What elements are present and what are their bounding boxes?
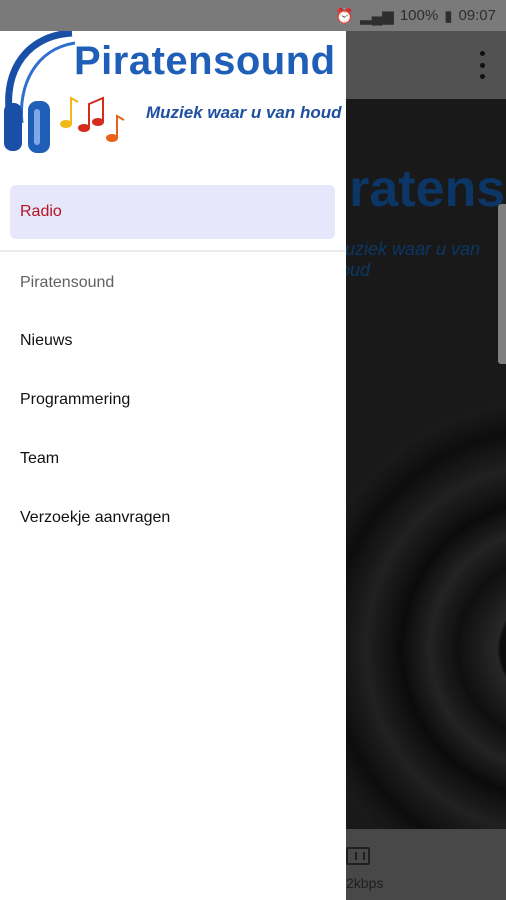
menu-item-label: Verzoekje aanvragen: [20, 509, 171, 526]
alarm-icon: ⏰: [335, 7, 355, 25]
music-notes-icon: [60, 96, 125, 142]
menu-item-verzoekje-aanvragen[interactable]: Verzoekje aanvragen: [0, 496, 346, 540]
menu-section-header: Piratensound: [20, 274, 115, 291]
status-icons: ⏰ ▂▄▆ 100% ▮ 09:07: [335, 0, 496, 31]
menu-item-label: Programmering: [20, 391, 131, 408]
clock: 09:07: [458, 7, 496, 24]
signal-icon: ▂▄▆: [360, 7, 394, 25]
battery-icon: ▮: [444, 7, 453, 25]
status-bar: ⏰ ▂▄▆ 100% ▮ 09:07: [0, 0, 506, 31]
menu-item-label: Team: [20, 450, 60, 467]
menu-item-team[interactable]: Team: [0, 437, 346, 481]
navigation-drawer: Piratensound Muziek waar u van houd Radi…: [0, 31, 346, 900]
battery-level: 100%: [399, 7, 439, 24]
menu-divider: [0, 250, 346, 252]
menu-item-programmering[interactable]: Programmering: [0, 378, 346, 422]
logo-title: Piratensound: [74, 39, 336, 83]
menu-item-nieuws[interactable]: Nieuws: [0, 319, 346, 363]
menu-item-label: Nieuws: [20, 332, 73, 349]
menu-item-label: Radio: [20, 203, 62, 220]
logo-tagline: Muziek waar u van houd: [146, 103, 342, 122]
drawer-header: Piratensound Muziek waar u van houd: [0, 31, 346, 169]
menu-item-radio[interactable]: Radio: [10, 185, 335, 239]
